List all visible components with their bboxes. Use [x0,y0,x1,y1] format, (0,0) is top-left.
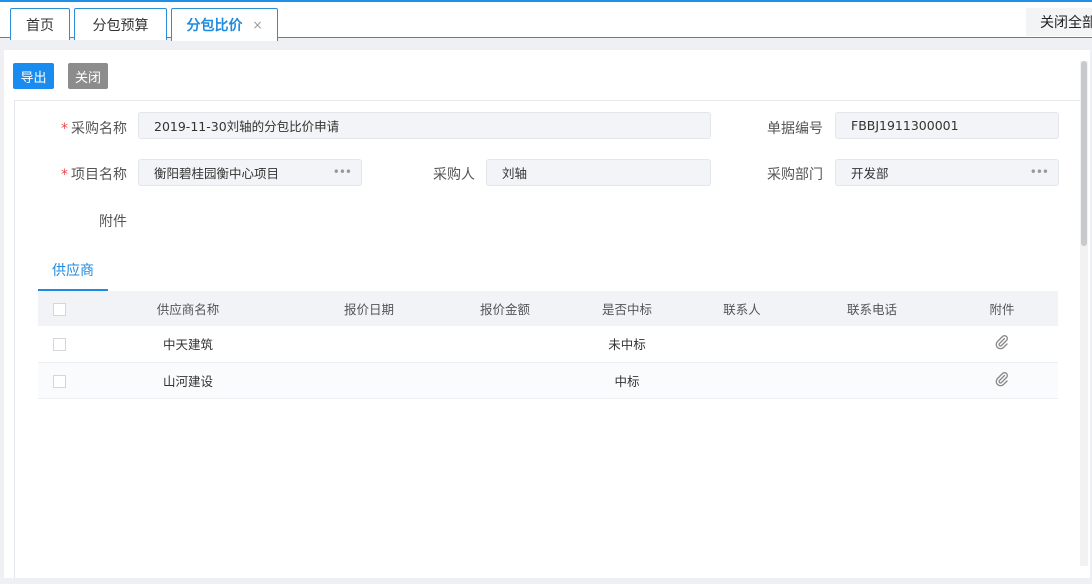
row-checkbox-cell [38,326,80,362]
required-mark: * [61,121,68,137]
tab-home-label: 首页 [26,17,54,34]
paperclip-icon[interactable] [994,371,1010,387]
project-name-label-text: 项目名称 [71,167,127,183]
buyer-field[interactable]: 刘轴 [486,159,711,186]
cell-supplier: 山河建设 [162,373,213,389]
dept-field[interactable]: 开发部 ••• [835,159,1059,186]
header-quote-amount: 报价金额 [479,302,530,317]
close-icon[interactable]: × [252,18,262,32]
tab-home[interactable]: 首页 [10,8,70,40]
supplier-table: 供应商名称 报价日期 报价金额 是否中标 联系人 联系电话 附件 中天建筑 未中… [38,291,1058,399]
tab-subcontract-comparison-label: 分包比价 [186,18,243,34]
header-quote-date: 报价日期 [343,302,394,317]
row-checkbox[interactable] [52,374,66,388]
header-won: 是否中标 [601,302,652,317]
table-row[interactable]: 中天建筑 未中标 [38,326,1058,362]
table-header-row: 供应商名称 报价日期 报价金额 是否中标 联系人 联系电话 附件 [38,291,1058,326]
cell-supplier: 中天建筑 [162,337,213,353]
more-icon[interactable]: ••• [1030,165,1049,179]
required-mark: * [61,167,68,183]
row-checkbox[interactable] [52,338,66,352]
tab-subcontract-comparison[interactable]: 分包比价 × [171,8,278,41]
cell-quote-amount [442,326,568,362]
cell-contact [686,362,798,398]
row-checkbox-cell [38,362,80,398]
project-name-label: * 项目名称 [35,164,127,184]
cell-attachment [946,362,1058,398]
close-all-button[interactable]: 关闭全部 [1026,8,1092,36]
tab-subcontract-budget-label: 分包预算 [92,17,149,34]
project-name-value: 衡阳碧桂园衡中心项目 [154,166,280,181]
select-all-checkbox[interactable] [52,303,66,316]
cell-won: 中标 [614,373,640,389]
cell-phone [798,326,946,362]
cell-quote-amount [442,362,568,398]
doc-no-field[interactable]: FBBJ1911300001 [835,112,1059,139]
cell-quote-date [296,362,442,398]
purchase-name-label-text: 采购名称 [71,121,127,137]
main-panel: 导出 关闭 * 采购名称 2019-11-30刘轴的分包比价申请 单据编号 FBB… [4,50,1090,578]
tab-supplier[interactable]: 供应商 [38,251,108,291]
more-icon[interactable]: ••• [333,165,352,179]
select-all-checkbox-cell [38,291,80,326]
purchase-name-field[interactable]: 2019-11-30刘轴的分包比价申请 [138,112,711,139]
cell-quote-date [296,326,442,362]
table-row[interactable]: 山河建设 中标 [38,362,1058,398]
header-supplier: 供应商名称 [156,302,220,317]
paperclip-icon[interactable] [994,334,1010,350]
header-attachment: 附件 [989,302,1015,317]
form-content: * 采购名称 2019-11-30刘轴的分包比价申请 单据编号 FBBJ19113… [14,100,1080,578]
cell-won: 未中标 [608,337,646,353]
scrollbar-thumb[interactable] [1081,61,1087,246]
doc-no-label: 单据编号 [767,121,823,137]
buyer-label: 采购人 [433,167,475,183]
close-button[interactable]: 关闭 [68,63,108,89]
doc-no-value: FBBJ1911300001 [851,118,959,133]
header-contact: 联系人 [723,302,761,317]
cell-contact [686,326,798,362]
purchase-name-label: * 采购名称 [35,118,127,138]
cell-phone [798,362,946,398]
cell-attachment [946,326,1058,362]
dept-label: 采购部门 [767,167,823,183]
project-name-field[interactable]: 衡阳碧桂园衡中心项目 ••• [138,159,362,186]
tab-subcontract-budget[interactable]: 分包预算 [74,8,167,40]
dept-value: 开发部 [851,166,889,181]
buyer-value: 刘轴 [502,166,528,181]
tab-bar: 首页 分包预算 分包比价 × 关闭全部 [0,0,1092,41]
attachment-label: 附件 [99,214,127,230]
export-button[interactable]: 导出 [13,63,54,89]
header-phone: 联系电话 [846,302,897,317]
purchase-name-value: 2019-11-30刘轴的分包比价申请 [154,119,340,134]
vertical-scrollbar[interactable] [1080,61,1088,566]
